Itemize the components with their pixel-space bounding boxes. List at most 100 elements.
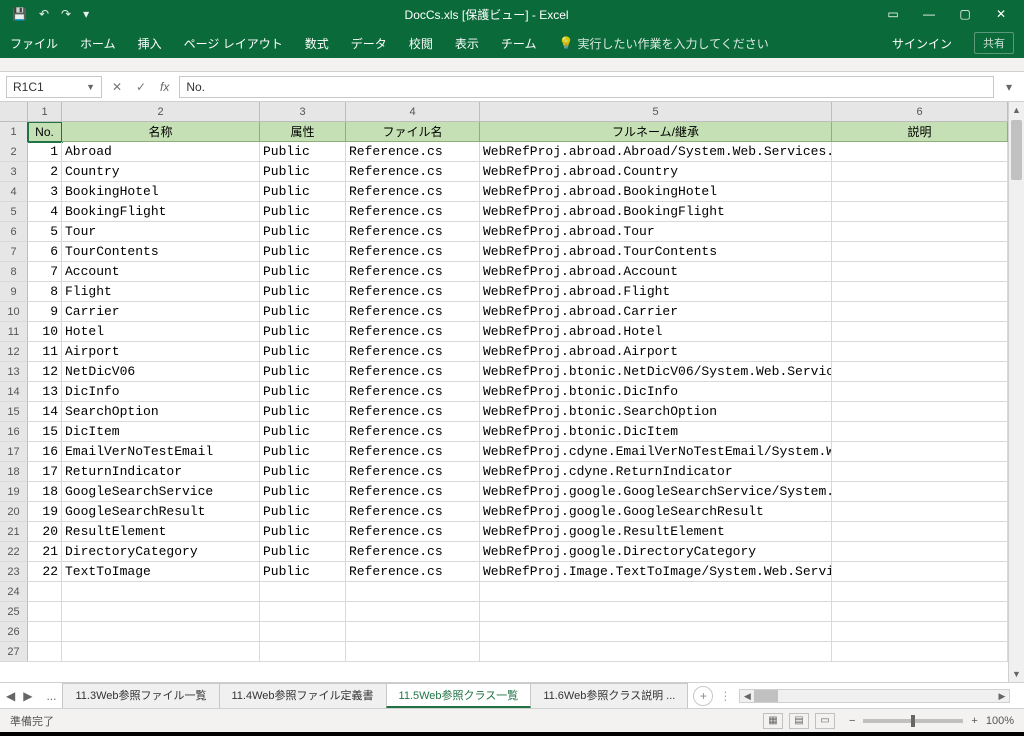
row-header[interactable]: 1 xyxy=(0,122,28,142)
cell[interactable]: Public xyxy=(260,362,346,381)
cell[interactable]: 7 xyxy=(28,262,62,281)
cell[interactable]: WebRefProj.cdyne.ReturnIndicator xyxy=(480,462,832,481)
cell[interactable]: 20 xyxy=(28,522,62,541)
cell[interactable]: 18 xyxy=(28,482,62,501)
share-button[interactable]: 共有 xyxy=(974,32,1014,54)
cell[interactable]: Public xyxy=(260,522,346,541)
cell[interactable]: TextToImage xyxy=(62,562,260,581)
cell[interactable] xyxy=(832,582,1008,601)
cell[interactable]: Tour xyxy=(62,222,260,241)
cell[interactable] xyxy=(832,142,1008,161)
cell[interactable]: NetDicV06 xyxy=(62,362,260,381)
cell[interactable]: Carrier xyxy=(62,302,260,321)
cell[interactable]: 3 xyxy=(28,182,62,201)
row-header[interactable]: 14 xyxy=(0,382,28,401)
minimize-icon[interactable]: — xyxy=(920,7,938,21)
zoom-level[interactable]: 100% xyxy=(986,715,1014,727)
name-box[interactable]: R1C1▼ xyxy=(6,76,102,98)
cell[interactable]: WebRefProj.abroad.Abroad/System.Web.Serv… xyxy=(480,142,832,161)
cell[interactable]: Reference.cs xyxy=(346,382,480,401)
cell[interactable]: WebRefProj.abroad.BookingHotel xyxy=(480,182,832,201)
undo-icon[interactable]: ↶ xyxy=(39,7,49,21)
cell[interactable]: DirectoryCategory xyxy=(62,542,260,561)
cell[interactable]: Country xyxy=(62,162,260,181)
cell[interactable] xyxy=(62,642,260,661)
cell[interactable] xyxy=(28,602,62,621)
cell[interactable] xyxy=(28,582,62,601)
horizontal-scrollbar[interactable]: ◀ ▶ xyxy=(739,689,1010,703)
cell[interactable] xyxy=(346,602,480,621)
row-header[interactable]: 27 xyxy=(0,642,28,661)
cell[interactable]: WebRefProj.cdyne.EmailVerNoTestEmail/Sys… xyxy=(480,442,832,461)
cell[interactable]: 12 xyxy=(28,362,62,381)
cell[interactable] xyxy=(346,582,480,601)
cell[interactable]: Public xyxy=(260,422,346,441)
cell[interactable]: Public xyxy=(260,262,346,281)
cell[interactable]: Reference.cs xyxy=(346,302,480,321)
cell[interactable]: Public xyxy=(260,442,346,461)
row-header[interactable]: 4 xyxy=(0,182,28,201)
vertical-scrollbar[interactable]: ▲ ▼ xyxy=(1008,102,1024,682)
cell[interactable] xyxy=(260,582,346,601)
cell[interactable]: 19 xyxy=(28,502,62,521)
cell[interactable]: WebRefProj.abroad.Flight xyxy=(480,282,832,301)
cell[interactable] xyxy=(480,642,832,661)
cell[interactable] xyxy=(832,642,1008,661)
select-all-corner[interactable] xyxy=(0,102,28,121)
cell[interactable] xyxy=(832,422,1008,441)
cell[interactable]: Public xyxy=(260,562,346,581)
expand-formula-icon[interactable]: ▾ xyxy=(1000,80,1018,94)
cell[interactable] xyxy=(832,482,1008,501)
col-header[interactable]: 2 xyxy=(62,102,260,121)
cell[interactable]: Reference.cs xyxy=(346,142,480,161)
cell[interactable]: 10 xyxy=(28,322,62,341)
scroll-thumb[interactable] xyxy=(754,690,778,702)
cell[interactable]: GoogleSearchService xyxy=(62,482,260,501)
cell[interactable]: Reference.cs xyxy=(346,362,480,381)
tab-view[interactable]: 表示 xyxy=(455,35,479,52)
cell[interactable]: WebRefProj.abroad.Tour xyxy=(480,222,832,241)
tab-insert[interactable]: 挿入 xyxy=(138,35,162,52)
tab-data[interactable]: データ xyxy=(351,35,387,52)
cell[interactable]: Public xyxy=(260,382,346,401)
cell[interactable]: WebRefProj.google.ResultElement xyxy=(480,522,832,541)
row-header[interactable]: 19 xyxy=(0,482,28,501)
cell[interactable]: Public xyxy=(260,182,346,201)
tab-team[interactable]: チーム xyxy=(501,35,537,52)
cell[interactable] xyxy=(480,602,832,621)
cell[interactable]: Public xyxy=(260,402,346,421)
cell[interactable]: Reference.cs xyxy=(346,322,480,341)
cell[interactable] xyxy=(832,162,1008,181)
zoom-slider[interactable] xyxy=(863,719,963,723)
maximize-icon[interactable]: ▢ xyxy=(956,7,974,21)
col-header[interactable]: 1 xyxy=(28,102,62,121)
cell[interactable] xyxy=(260,622,346,641)
cell[interactable]: Reference.cs xyxy=(346,542,480,561)
cell[interactable]: 17 xyxy=(28,462,62,481)
row-header[interactable]: 26 xyxy=(0,622,28,641)
cell[interactable]: BookingHotel xyxy=(62,182,260,201)
cell[interactable]: WebRefProj.btonic.SearchOption xyxy=(480,402,832,421)
tab-review[interactable]: 校閲 xyxy=(409,35,433,52)
cell[interactable] xyxy=(832,242,1008,261)
cell[interactable] xyxy=(832,182,1008,201)
cell[interactable]: Reference.cs xyxy=(346,222,480,241)
cell[interactable]: 16 xyxy=(28,442,62,461)
cell[interactable]: 6 xyxy=(28,242,62,261)
cell[interactable] xyxy=(832,442,1008,461)
ribbon-options-icon[interactable]: ▭ xyxy=(884,7,902,21)
cell[interactable]: Account xyxy=(62,262,260,281)
cell[interactable]: 説明 xyxy=(832,122,1008,142)
cell[interactable]: Reference.cs xyxy=(346,522,480,541)
cell[interactable]: WebRefProj.google.GoogleSearchResult xyxy=(480,502,832,521)
cell[interactable]: Public xyxy=(260,342,346,361)
cell[interactable]: Reference.cs xyxy=(346,242,480,261)
cell[interactable]: 11 xyxy=(28,342,62,361)
cell[interactable]: WebRefProj.btonic.DicInfo xyxy=(480,382,832,401)
sign-in[interactable]: サインイン xyxy=(892,35,952,52)
zoom-in-button[interactable]: + xyxy=(971,715,977,727)
cell[interactable]: Reference.cs xyxy=(346,202,480,221)
cell[interactable]: Public xyxy=(260,542,346,561)
cell[interactable] xyxy=(832,202,1008,221)
row-header[interactable]: 17 xyxy=(0,442,28,461)
